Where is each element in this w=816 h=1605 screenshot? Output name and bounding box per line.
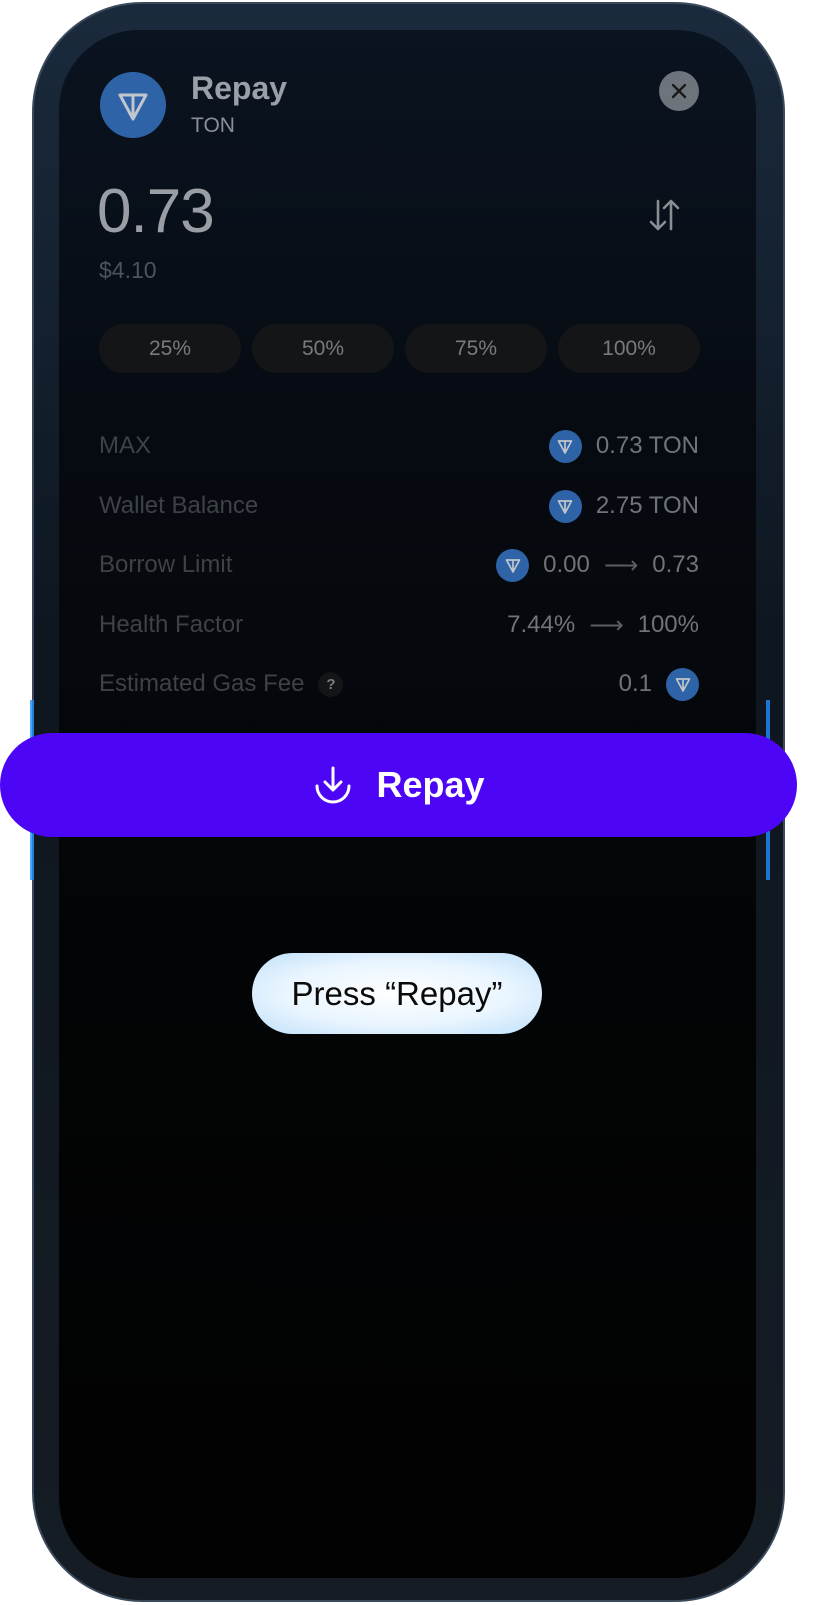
health-factor-row: Health Factor 7.44% ⟶ 100% bbox=[99, 608, 699, 642]
gas-fee-label: Estimated Gas Fee bbox=[99, 670, 305, 697]
ton-token-avatar bbox=[100, 72, 166, 138]
gas-fee-value: 0.1 bbox=[618, 670, 652, 697]
max-row: MAX 0.73 TON bbox=[99, 429, 699, 463]
ton-icon bbox=[548, 429, 582, 463]
percent-buttons: 25% 50% 75% 100% bbox=[99, 324, 700, 373]
max-value: 0.73 TON bbox=[595, 432, 699, 459]
wallet-balance-label: Wallet Balance bbox=[99, 492, 259, 519]
amount-usd-value: $4.10 bbox=[99, 257, 157, 283]
asset-symbol: TON bbox=[191, 114, 235, 137]
borrow-limit-row: Borrow Limit 0.00 ⟶ 0.73 bbox=[99, 548, 699, 582]
percent-100-button[interactable]: 100% bbox=[558, 324, 700, 373]
page-title: Repay bbox=[191, 70, 288, 106]
repay-button[interactable]: Repay bbox=[0, 733, 797, 837]
close-icon bbox=[671, 83, 687, 99]
percent-75-button[interactable]: 75% bbox=[405, 324, 547, 373]
download-icon bbox=[315, 766, 351, 804]
max-label: MAX bbox=[99, 432, 152, 459]
percent-25-button[interactable]: 25% bbox=[99, 324, 241, 373]
amount-input[interactable]: 0.73 bbox=[97, 176, 215, 247]
close-button[interactable] bbox=[659, 71, 699, 111]
repay-button-label: Repay bbox=[376, 764, 485, 805]
ton-icon bbox=[548, 489, 582, 523]
ton-icon bbox=[118, 93, 148, 121]
instruction-tooltip: Press “Repay” bbox=[252, 953, 542, 1034]
wallet-balance-row: Wallet Balance 2.75 TON bbox=[99, 489, 699, 523]
gas-fee-row: Estimated Gas Fee ? 0.1 bbox=[99, 667, 699, 701]
ton-icon bbox=[666, 667, 699, 701]
arrow-right-icon: ⟶ bbox=[589, 611, 624, 639]
wallet-balance-value: 2.75 TON bbox=[595, 492, 699, 519]
health-factor-to: 100% bbox=[637, 611, 699, 638]
health-factor-label: Health Factor bbox=[99, 611, 244, 638]
ton-icon bbox=[496, 548, 530, 582]
borrow-limit-to: 0.73 bbox=[652, 551, 699, 578]
swap-arrows-icon[interactable] bbox=[644, 195, 684, 235]
health-factor-from: 7.44% bbox=[507, 611, 576, 638]
arrow-right-icon: ⟶ bbox=[603, 551, 639, 579]
question-icon[interactable]: ? bbox=[318, 671, 344, 697]
borrow-limit-from: 0.00 bbox=[543, 551, 590, 578]
borrow-limit-label: Borrow Limit bbox=[99, 551, 233, 578]
percent-50-button[interactable]: 50% bbox=[252, 324, 394, 373]
